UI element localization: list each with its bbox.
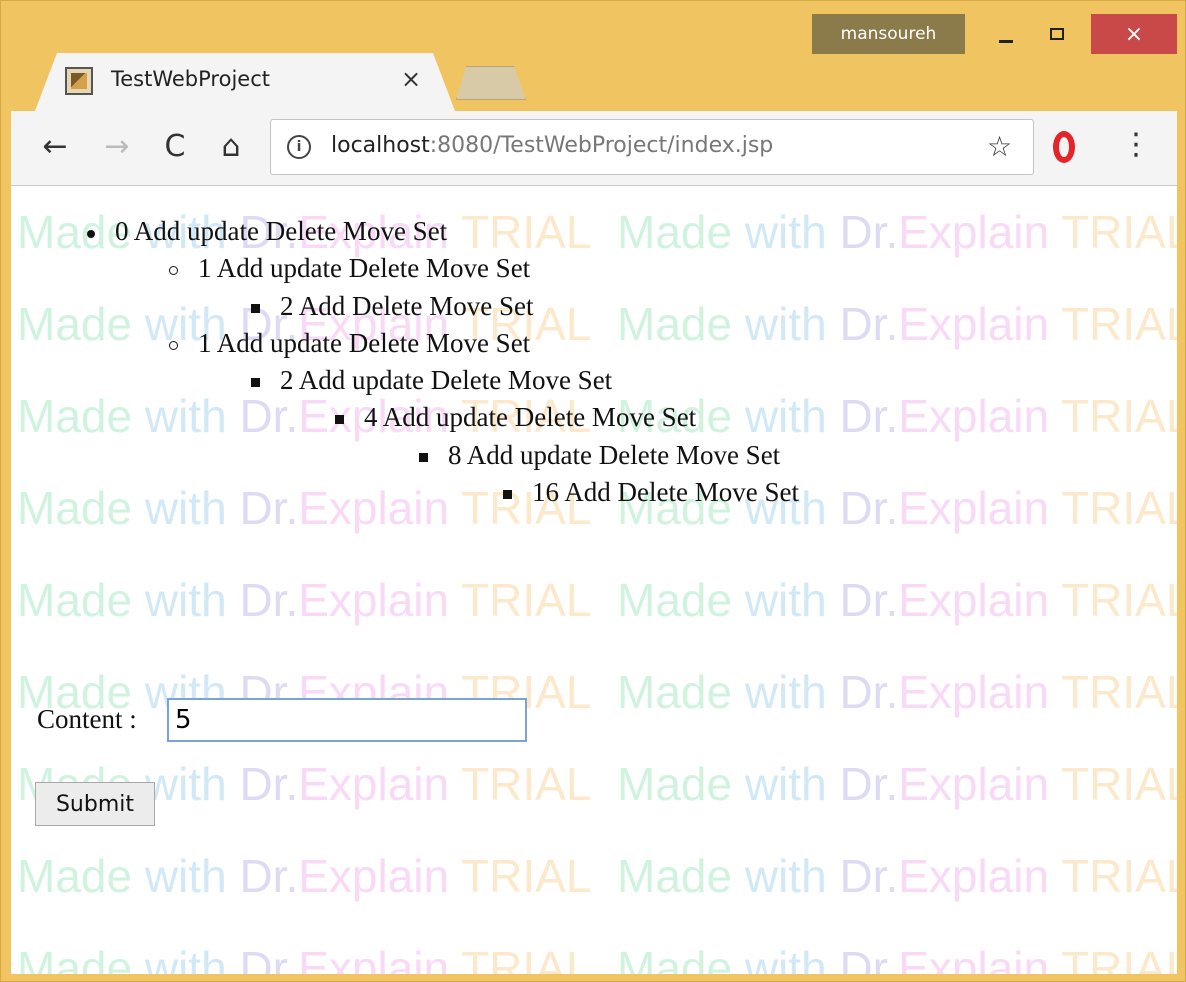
watermark-line: Made with Dr.Explain TRIAL Made with Dr.… <box>17 942 1177 974</box>
url-text[interactable]: localhost:8080/TestWebProject/index.jsp <box>331 133 773 158</box>
list-item: 16 Add Delete Move Set <box>503 477 799 508</box>
list-item: 2 Add update Delete Move Set <box>251 365 612 396</box>
circle-bullet-icon <box>169 341 178 351</box>
square-bullet-icon <box>335 415 344 425</box>
minimize-icon <box>999 39 1013 43</box>
disc-bullet-icon <box>87 229 95 238</box>
back-arrow-icon[interactable]: ← <box>37 127 73 167</box>
node-text: 1 Add update Delete Move Set <box>198 328 531 358</box>
node-text: 1 Add update Delete Move Set <box>198 253 531 283</box>
content-input[interactable] <box>167 698 527 742</box>
list-item: 4 Add update Delete Move Set <box>335 402 696 433</box>
forward-arrow-icon[interactable]: → <box>99 127 135 167</box>
watermark: Made with Dr.Explain TRIAL Made with Dr.… <box>11 186 1177 974</box>
node-text: 4 Add update Delete Move Set <box>364 402 697 432</box>
square-bullet-icon <box>251 378 260 388</box>
close-icon: × <box>1124 21 1144 47</box>
list-item: 2 Add Delete Move Set <box>251 291 533 322</box>
node-text: 2 Add update Delete Move Set <box>280 365 613 395</box>
profile-badge[interactable]: mansoureh <box>812 14 965 54</box>
node-text: 0 Add update Delete Move Set <box>115 216 448 246</box>
home-icon[interactable]: ⌂ <box>213 127 249 167</box>
circle-bullet-icon <box>169 266 178 276</box>
square-bullet-icon <box>251 304 260 314</box>
tab-close-icon[interactable]: × <box>401 65 421 93</box>
browser-window: mansoureh × TestWebProject × ← → C ⌂ i l… <box>0 0 1186 982</box>
minimize-button[interactable] <box>986 14 1026 54</box>
info-icon[interactable]: i <box>287 135 311 159</box>
node-text: 8 Add update Delete Move Set <box>448 440 781 470</box>
tab-testwebproject[interactable]: TestWebProject × <box>35 53 455 111</box>
watermark-line: Made with Dr.Explain TRIAL Made with Dr.… <box>17 482 1177 534</box>
watermark-line: Made with Dr.Explain TRIAL Made with Dr.… <box>17 758 1177 810</box>
maximize-icon <box>1050 28 1064 40</box>
browser-toolbar: ← → C ⌂ i localhost:8080/TestWebProject/… <box>11 111 1177 186</box>
list-item: 8 Add update Delete Move Set <box>419 440 780 471</box>
new-tab-button[interactable] <box>456 66 526 100</box>
maximize-button[interactable] <box>1037 14 1077 54</box>
content-label: Content : <box>37 704 137 734</box>
reload-icon[interactable]: C <box>157 127 193 167</box>
bookmark-star-icon[interactable]: ☆ <box>987 130 1012 163</box>
node-text: 16 Add Delete Move Set <box>532 477 799 507</box>
list-item: 1 Add update Delete Move Set <box>169 253 530 284</box>
opera-extension-icon[interactable] <box>1053 131 1075 163</box>
watermark-line: Made with Dr.Explain TRIAL Made with Dr.… <box>17 850 1177 902</box>
close-window-button[interactable]: × <box>1091 14 1177 54</box>
url-host: localhost <box>331 133 430 158</box>
favicon-icon <box>65 67 93 95</box>
node-text: 2 Add Delete Move Set <box>280 291 534 321</box>
address-bar[interactable]: i localhost:8080/TestWebProject/index.js… <box>270 119 1034 175</box>
list-item: 1 Add update Delete Move Set <box>169 328 530 359</box>
square-bullet-icon <box>419 453 428 463</box>
page-content: Made with Dr.Explain TRIAL Made with Dr.… <box>11 186 1177 974</box>
menu-dots-icon[interactable]: ⋮ <box>1121 125 1151 165</box>
url-path: :8080/TestWebProject/index.jsp <box>429 133 774 158</box>
tab-title: TestWebProject <box>111 67 270 91</box>
list-item: 0 Add update Delete Move Set <box>87 216 447 247</box>
watermark-line: Made with Dr.Explain TRIAL Made with Dr.… <box>17 574 1177 626</box>
submit-button[interactable]: Submit <box>35 782 155 826</box>
square-bullet-icon <box>503 490 512 500</box>
